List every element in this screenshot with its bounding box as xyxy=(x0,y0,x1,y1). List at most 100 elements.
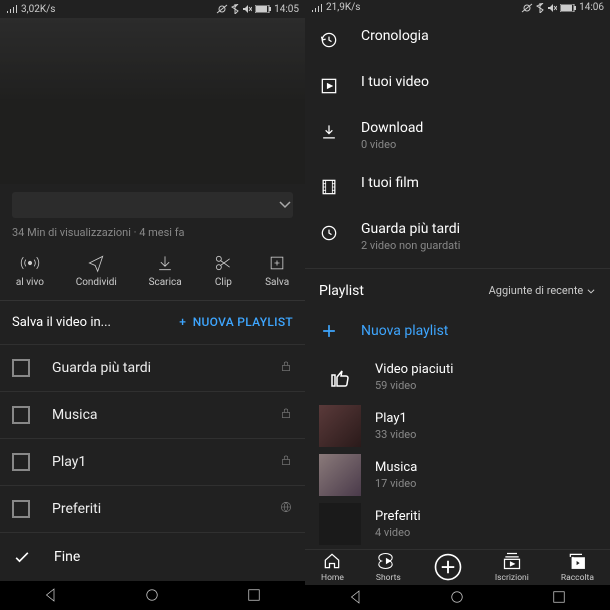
eye-off-icon xyxy=(521,3,533,13)
chevron-down-icon[interactable] xyxy=(277,196,293,216)
library-downloads[interactable]: Download 0 video xyxy=(305,108,610,163)
library-your-videos[interactable]: I tuoi video xyxy=(305,62,610,108)
library-history[interactable]: Cronologia xyxy=(305,16,610,62)
check-icon xyxy=(12,547,32,567)
nav-subscriptions[interactable]: Iscrizioni xyxy=(495,551,529,583)
download-icon xyxy=(319,122,339,142)
signal-icon xyxy=(311,3,323,13)
new-playlist-button[interactable]: Nuova playlist xyxy=(305,309,610,353)
battery-icon xyxy=(255,5,271,13)
android-nav-bar xyxy=(305,585,610,610)
playlist-count: 59 video xyxy=(375,379,453,392)
film-icon xyxy=(319,177,339,197)
history-icon xyxy=(319,30,339,50)
checkbox-icon[interactable] xyxy=(12,453,30,471)
video-dim-overlay xyxy=(0,18,305,183)
sort-button[interactable]: Aggiunte di recente xyxy=(489,284,596,297)
plus-icon xyxy=(319,321,339,341)
playlist-title: Video piaciuti xyxy=(375,362,453,377)
playlist-option-watch-later[interactable]: Guarda più tardi xyxy=(0,344,305,391)
playlist-count: 17 video xyxy=(375,477,417,490)
playlist-count: 4 video xyxy=(375,526,421,539)
action-save[interactable]: Salva xyxy=(265,253,289,288)
clock: 14:05 xyxy=(274,4,299,15)
done-label: Fine xyxy=(54,549,80,565)
playlist-play1[interactable]: Play1 33 video xyxy=(305,402,610,451)
back-key[interactable] xyxy=(347,588,365,606)
playlist-option-preferiti[interactable]: Preferiti xyxy=(0,485,305,532)
status-bar: 21,9K/s 14:06 xyxy=(305,0,610,16)
playlist-label: Musica xyxy=(52,407,98,423)
action-label: Clip xyxy=(215,277,232,288)
library-label: I tuoi video xyxy=(361,74,429,90)
playlist-liked-videos[interactable]: Video piaciuti 59 video xyxy=(305,353,610,402)
share-icon xyxy=(86,253,106,273)
playlist-title: Play1 xyxy=(375,411,416,426)
thumbs-up-icon xyxy=(319,356,361,398)
action-label: Scarica xyxy=(149,277,182,288)
section-title: Playlist xyxy=(319,283,364,299)
nav-shorts[interactable]: Shorts xyxy=(376,551,401,583)
action-label: al vivo xyxy=(16,277,44,288)
playlist-label: Play1 xyxy=(52,454,86,470)
library-sublabel: 0 video xyxy=(361,138,423,151)
mute-icon xyxy=(547,3,557,13)
playlist-musica[interactable]: Musica 17 video xyxy=(305,451,610,500)
lock-icon xyxy=(279,359,293,377)
bottom-nav: Home Shorts Iscrizioni Raccolta xyxy=(305,549,610,585)
home-icon xyxy=(322,551,342,571)
home-key[interactable] xyxy=(143,586,161,604)
recent-key[interactable] xyxy=(550,588,568,606)
checkbox-icon[interactable] xyxy=(12,359,30,377)
nav-home[interactable]: Home xyxy=(321,551,344,583)
new-playlist-button[interactable]: + NUOVA PLAYLIST xyxy=(179,315,293,329)
net-speed: 21,9K/s xyxy=(326,2,360,13)
library-label: Guarda più tardi xyxy=(361,221,460,237)
checkbox-icon[interactable] xyxy=(12,500,30,518)
video-title-area[interactable] xyxy=(0,184,305,222)
action-live[interactable]: al vivo xyxy=(16,253,44,288)
save-icon xyxy=(267,253,287,273)
back-key[interactable] xyxy=(42,586,60,604)
action-label: Condividi xyxy=(76,277,117,288)
action-download[interactable]: Scarica xyxy=(149,253,182,288)
download-icon xyxy=(155,253,175,273)
subscriptions-icon xyxy=(502,551,522,571)
screen-save-playlist: 3,02K/s 14:05 34 Min di visualizzazioni … xyxy=(0,0,305,610)
video-player[interactable] xyxy=(0,18,305,183)
nav-library[interactable]: Raccolta xyxy=(561,551,594,583)
done-button[interactable]: Fine xyxy=(0,532,305,581)
playlist-count: 33 video xyxy=(375,428,416,441)
home-key[interactable] xyxy=(448,588,466,606)
action-share[interactable]: Condividi xyxy=(76,253,117,288)
status-bar: 3,02K/s 14:05 xyxy=(0,0,305,18)
library-movies[interactable]: I tuoi film xyxy=(305,163,610,209)
nav-label: Home xyxy=(321,573,344,583)
globe-icon xyxy=(279,500,293,518)
signal-icon xyxy=(6,4,18,14)
play-box-icon xyxy=(319,76,339,96)
library-watch-later[interactable]: Guarda più tardi 2 video non guardati xyxy=(305,209,610,264)
lock-icon xyxy=(279,453,293,471)
eye-off-icon xyxy=(216,4,228,14)
nav-create[interactable] xyxy=(433,552,463,582)
clock-icon xyxy=(319,223,339,243)
playlist-title: Musica xyxy=(375,460,417,475)
new-playlist-label: Nuova playlist xyxy=(361,323,448,339)
action-label: Salva xyxy=(265,277,289,288)
new-playlist-label: NUOVA PLAYLIST xyxy=(193,315,293,329)
screen-library: 21,9K/s 14:06 Cronologia I tuoi video Do… xyxy=(305,0,610,610)
action-clip[interactable]: Clip xyxy=(213,253,233,288)
broadcast-icon xyxy=(20,253,40,273)
checkbox-icon[interactable] xyxy=(12,406,30,424)
playlist-preferiti[interactable]: Preferiti 4 video xyxy=(305,500,610,549)
recent-key[interactable] xyxy=(245,586,263,604)
playlist-option-musica[interactable]: Musica xyxy=(0,391,305,438)
clock: 14:06 xyxy=(579,2,604,13)
playlist-option-play1[interactable]: Play1 xyxy=(0,438,305,485)
shorts-icon xyxy=(378,551,398,571)
sort-label: Aggiunte di recente xyxy=(489,284,584,297)
playlist-thumbnail xyxy=(319,454,361,496)
video-title-placeholder xyxy=(12,192,293,218)
library-sublabel: 2 video non guardati xyxy=(361,239,460,252)
